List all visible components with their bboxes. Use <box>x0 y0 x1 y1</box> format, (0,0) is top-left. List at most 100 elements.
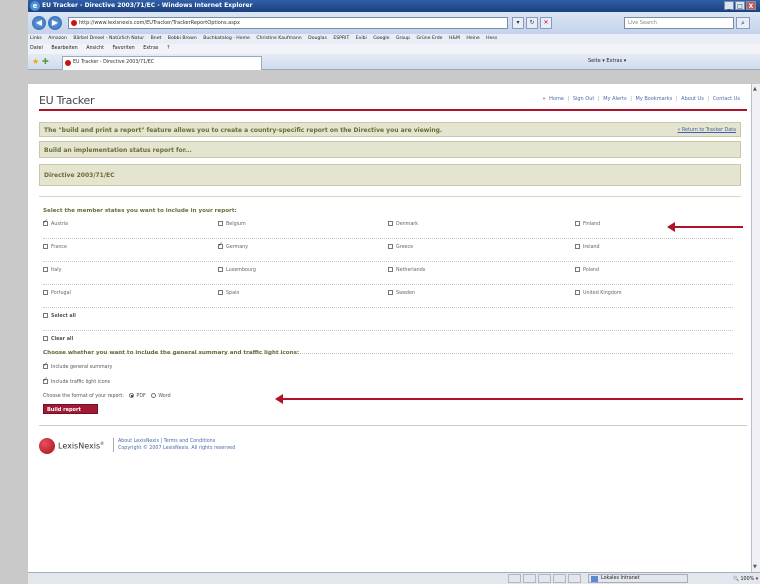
menu-bar: Datei Bearbeiten Ansicht Favoriten Extra… <box>28 44 760 54</box>
close-button[interactable]: X <box>746 1 756 10</box>
links-item[interactable]: Christine Kaufmann <box>256 36 301 41</box>
checkbox[interactable] <box>388 221 393 226</box>
checkbox[interactable] <box>43 290 48 295</box>
minimize-button[interactable]: _ <box>724 1 734 10</box>
links-item[interactable]: Bobbi Brown <box>168 36 197 41</box>
menu-bearbeiten[interactable]: Bearbeiten <box>51 46 77 51</box>
pdf-radio[interactable] <box>129 393 135 398</box>
checkbox[interactable] <box>575 290 580 295</box>
select-all-option[interactable]: Select all <box>43 313 76 321</box>
return-to-tracker-link[interactable]: » Return to Tracker Data <box>677 123 736 138</box>
checkbox[interactable] <box>388 290 393 295</box>
state-option-netherlands[interactable]: Netherlands <box>388 267 425 275</box>
checkbox[interactable] <box>575 244 580 249</box>
nav-contact-us[interactable]: Contact Us <box>713 96 740 102</box>
search-go-icon[interactable]: ⌕ <box>736 17 750 29</box>
links-item[interactable]: Evibi <box>356 36 367 41</box>
state-option-spain[interactable]: Spain <box>218 290 239 298</box>
checkbox[interactable] <box>388 244 393 249</box>
state-option-portugal[interactable]: Portugal <box>43 290 71 298</box>
scroll-down-icon[interactable]: ▼ <box>753 564 757 570</box>
nav-my-bookmarks[interactable]: My Bookmarks <box>636 96 673 102</box>
window-title: EU Tracker - Directive 2003/71/EC - Wind… <box>42 2 253 9</box>
state-option-poland[interactable]: Poland <box>575 267 599 275</box>
menu-help[interactable]: ? <box>167 46 170 51</box>
checkbox[interactable] <box>218 267 223 272</box>
state-option-united-kingdom[interactable]: United Kingdom <box>575 290 622 298</box>
state-option-france[interactable]: France <box>43 244 67 252</box>
checkbox[interactable] <box>218 221 223 226</box>
links-item[interactable]: Grüne Erde <box>416 36 442 41</box>
include-summary-option[interactable]: Include general summary <box>43 361 112 370</box>
zoom-level[interactable]: 🔍 100% ▾ <box>733 574 758 584</box>
refresh-button[interactable]: ↻ <box>526 17 538 29</box>
add-favorites-icon[interactable]: ✚ <box>42 57 49 66</box>
checkbox[interactable] <box>43 267 48 272</box>
checkbox-checked[interactable] <box>43 218 48 226</box>
stop-button[interactable]: ✕ <box>540 17 552 29</box>
lexisnexis-logo-icon <box>39 438 55 454</box>
build-report-button[interactable]: Build report <box>43 404 98 414</box>
scroll-up-icon[interactable]: ▲ <box>753 86 757 92</box>
address-dropdown-button[interactable]: ▾ <box>512 17 524 29</box>
state-option-belgium[interactable]: Belgium <box>218 221 246 229</box>
links-item[interactable]: H&M <box>449 36 460 41</box>
state-option-italy[interactable]: Italy <box>43 267 61 275</box>
section-divider <box>39 196 741 197</box>
state-label: Austria <box>51 222 68 227</box>
state-option-ireland[interactable]: Ireland <box>575 244 600 252</box>
state-option-finland[interactable]: Finland <box>575 221 600 229</box>
checkbox-checked[interactable] <box>218 241 223 249</box>
tab-eu-tracker[interactable]: EU Tracker - Directive 2003/71/EC <box>62 56 262 70</box>
checkbox[interactable] <box>43 336 48 341</box>
search-input[interactable]: Live Search <box>624 17 734 29</box>
state-option-luxembourg[interactable]: Luxembourg <box>218 267 256 275</box>
checkbox-checked[interactable] <box>43 361 48 369</box>
menu-ansicht[interactable]: Ansicht <box>86 46 104 51</box>
word-radio[interactable] <box>151 393 157 398</box>
menu-datei[interactable]: Datei <box>30 46 43 51</box>
links-item[interactable]: ESPRIT <box>333 36 349 41</box>
back-button[interactable]: ◀ <box>32 16 46 30</box>
checkbox[interactable] <box>575 221 580 226</box>
nav-my-alerts[interactable]: My Alerts <box>603 96 626 102</box>
state-option-denmark[interactable]: Denmark <box>388 221 418 229</box>
checkbox[interactable] <box>43 313 48 318</box>
footer-links-text[interactable]: About LexisNexis | Terms and Conditions <box>118 438 235 445</box>
checkbox[interactable] <box>218 290 223 295</box>
menu-extras[interactable]: Extras <box>143 46 158 51</box>
links-item[interactable]: Douglas <box>308 36 327 41</box>
menu-favoriten[interactable]: Favoriten <box>112 46 134 51</box>
site-logo[interactable]: EU Tracker <box>39 94 94 107</box>
links-item[interactable]: Bnet <box>151 36 162 41</box>
nav-sign-out[interactable]: Sign Out <box>573 96 595 102</box>
links-item[interactable]: Group <box>396 36 410 41</box>
clear-all-option[interactable]: Clear all <box>43 336 73 344</box>
checkbox[interactable] <box>388 267 393 272</box>
state-option-austria[interactable]: Austria <box>43 218 68 229</box>
vertical-scrollbar[interactable]: ▲ ▼ <box>751 84 760 572</box>
links-item[interactable]: Heine <box>466 36 479 41</box>
favorites-star-icon[interactable]: ★ <box>32 57 39 66</box>
nav-about-us[interactable]: About Us <box>681 96 704 102</box>
state-option-germany[interactable]: Germany <box>218 241 248 252</box>
top-navigation: » Home | Sign Out | My Alerts | My Bookm… <box>541 96 740 102</box>
checkbox[interactable] <box>43 244 48 249</box>
nav-home[interactable]: Home <box>549 96 564 102</box>
address-input[interactable]: http://www.lexisnexis.com/EUTracker/Trac… <box>68 17 508 29</box>
state-option-sweden[interactable]: Sweden <box>388 290 415 298</box>
maximize-button[interactable]: □ <box>735 1 745 10</box>
pdf-label: PDF <box>136 394 146 399</box>
include-traffic-option[interactable]: Include traffic light icons <box>43 376 110 385</box>
links-item[interactable]: Amazon <box>48 36 67 41</box>
window-controls: _ □ X <box>724 1 756 10</box>
state-option-greece[interactable]: Greece <box>388 244 413 252</box>
command-bar[interactable]: Seite ▾ Extras ▾ <box>588 58 626 64</box>
forward-button[interactable]: ▶ <box>48 16 62 30</box>
checkbox[interactable] <box>575 267 580 272</box>
links-item[interactable]: Hess <box>486 36 497 41</box>
links-item[interactable]: Buchkatalog - Home <box>203 36 250 41</box>
checkbox-checked[interactable] <box>43 376 48 384</box>
links-item[interactable]: Google <box>373 36 389 41</box>
links-item[interactable]: Bärbel Drexel - Natürlich Natur <box>73 36 144 41</box>
